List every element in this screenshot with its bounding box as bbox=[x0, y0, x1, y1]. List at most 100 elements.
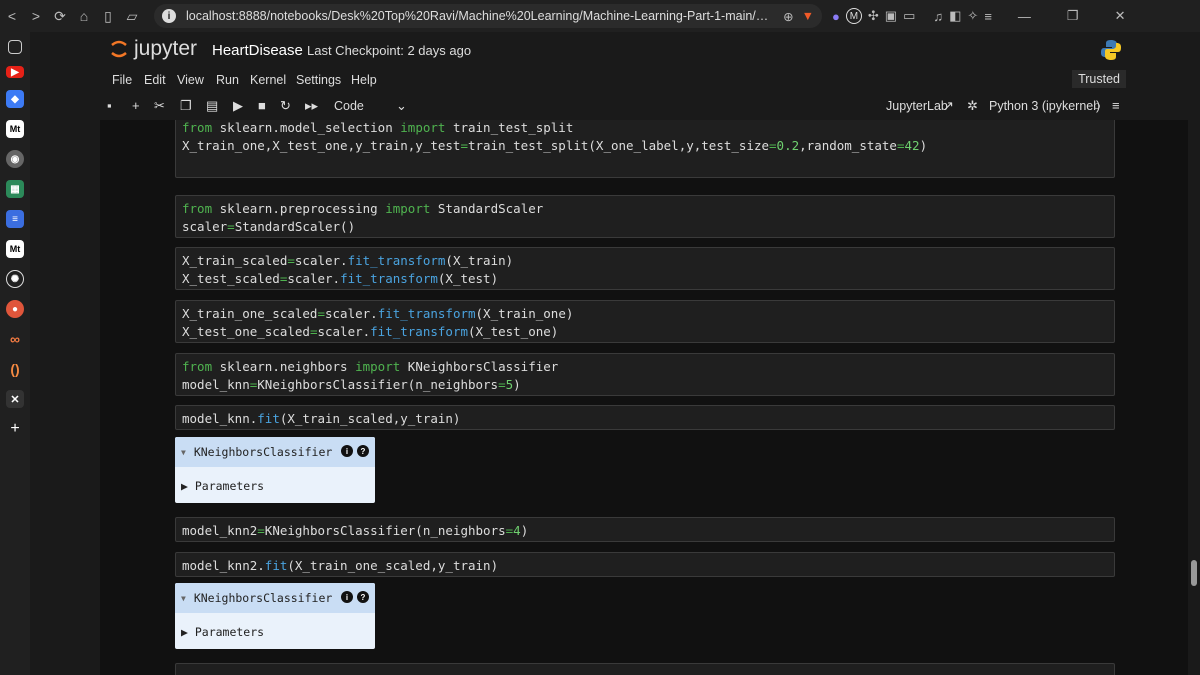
forward-button[interactable]: > bbox=[24, 4, 48, 28]
code-token: ) bbox=[919, 138, 928, 153]
menu-kernel[interactable]: Kernel bbox=[250, 73, 286, 87]
brave-shield-icon[interactable]: ▼ bbox=[802, 9, 814, 23]
back-button[interactable]: < bbox=[0, 4, 24, 28]
estimator-output-widget[interactable]: ▼ KNeighborsClassifier i ? ▶ Parameters bbox=[175, 583, 375, 649]
collapse-arrow-icon[interactable]: ▼ bbox=[181, 448, 186, 457]
cut-icon[interactable]: ✂ bbox=[154, 98, 165, 114]
jupyter-logo[interactable]: jupyter bbox=[110, 37, 197, 61]
location-icon[interactable]: ● bbox=[6, 300, 24, 318]
code-line: model_knn.fit(X_train_scaled,y_train) bbox=[182, 410, 1108, 428]
code-token: (X_train_scaled,y_train) bbox=[279, 411, 461, 426]
menu-settings[interactable]: Settings bbox=[296, 73, 341, 87]
tab-toggle-icon[interactable] bbox=[8, 40, 22, 54]
code-cell-editor[interactable]: from sklearn.model_selection import trai… bbox=[175, 120, 1115, 178]
kernel-status[interactable]: Python 3 (ipykernel) bbox=[989, 99, 1100, 113]
puzzle-icon[interactable]: ✣ bbox=[868, 8, 879, 24]
code-cell-editor[interactable]: model_knn2=KNeighborsClassifier(n_neighb… bbox=[175, 517, 1115, 542]
notebook-title[interactable]: HeartDisease bbox=[212, 42, 303, 59]
paste-icon[interactable]: ▤ bbox=[206, 98, 218, 114]
fast-forward-icon[interactable]: ▸▸ bbox=[305, 98, 318, 114]
code-cell-editor[interactable]: from sklearn.neighbors import KNeighbors… bbox=[175, 353, 1115, 396]
code-cell-editor[interactable]: model_knn2.fit(X_train_one_scaled,y_trai… bbox=[175, 552, 1115, 577]
menu-lines-icon[interactable]: ≡ bbox=[1112, 98, 1120, 113]
code-token: KNeighborsClassifier(n_neighbors bbox=[264, 523, 506, 538]
help-icon[interactable]: ? bbox=[357, 591, 369, 603]
menu-file[interactable]: File bbox=[112, 73, 132, 87]
code-cell-editor[interactable]: from sklearn.preprocessing import Standa… bbox=[175, 195, 1115, 238]
run-icon[interactable]: ▶ bbox=[233, 98, 243, 114]
menu-run[interactable]: Run bbox=[216, 73, 239, 87]
code-token: from bbox=[182, 359, 220, 374]
code-line: from sklearn.preprocessing import Standa… bbox=[182, 200, 1108, 218]
info-icon[interactable]: i bbox=[341, 591, 353, 603]
extension-drop-icon[interactable]: ● bbox=[832, 9, 840, 24]
reload-icon[interactable]: ⟳ bbox=[48, 4, 72, 28]
bookmark-icon[interactable]: ▱ bbox=[120, 4, 144, 28]
ai-icon[interactable]: ✧ bbox=[967, 8, 978, 24]
close-icon[interactable]: ✕ bbox=[6, 390, 24, 408]
media-icon[interactable]: ▭ bbox=[903, 8, 915, 24]
scrollbar[interactable] bbox=[1188, 120, 1200, 675]
estimator-output-widget[interactable]: ▼ KNeighborsClassifier i ? ▶ Parameters bbox=[175, 437, 375, 503]
split-view-icon[interactable]: ▯ bbox=[96, 4, 120, 28]
menu-view[interactable]: View bbox=[177, 73, 204, 87]
medium-icon-2[interactable]: Mt bbox=[6, 240, 24, 258]
restore-icon[interactable]: ❐ bbox=[1067, 8, 1079, 24]
doc-icon[interactable]: ≡ bbox=[6, 210, 24, 228]
copy-icon[interactable]: ❐ bbox=[180, 98, 192, 114]
code-line: from sklearn.neighbors import KNeighbors… bbox=[182, 358, 1108, 376]
code-token: scaler. bbox=[294, 253, 348, 268]
close-window-icon[interactable]: ✕ bbox=[1115, 8, 1126, 24]
code-cell-editor[interactable] bbox=[175, 663, 1115, 675]
shield-icon[interactable]: ◆ bbox=[6, 90, 24, 108]
code-cell-editor[interactable]: X_train_scaled=scaler.fit_transform(X_tr… bbox=[175, 247, 1115, 290]
youtube-icon[interactable]: ▶ bbox=[6, 66, 24, 78]
site-info-icon[interactable]: i bbox=[162, 9, 176, 23]
parameters-toggle[interactable]: ▶ Parameters bbox=[181, 479, 264, 493]
add-icon[interactable]: + bbox=[6, 420, 24, 438]
minimize-icon[interactable]: — bbox=[1018, 9, 1031, 24]
code-cell-editor[interactable]: model_knn.fit(X_train_scaled,y_train) bbox=[175, 405, 1115, 430]
zoom-icon[interactable]: ⊕ bbox=[783, 9, 793, 24]
code-token: fit_transform bbox=[377, 306, 476, 321]
code-token: X_test_scaled bbox=[182, 271, 280, 286]
code-token: = bbox=[498, 377, 506, 392]
trusted-badge[interactable]: Trusted bbox=[1072, 70, 1126, 88]
help-icon[interactable]: ? bbox=[357, 445, 369, 457]
stop-icon[interactable]: ■ bbox=[258, 98, 266, 113]
grid-icon[interactable]: ▦ bbox=[6, 180, 24, 198]
menu-icon[interactable]: ≡ bbox=[984, 9, 992, 24]
music-icon[interactable]: ♫ bbox=[933, 9, 943, 24]
chatgpt-icon[interactable]: ◉ bbox=[6, 150, 24, 168]
jupyter-logo-icon bbox=[111, 40, 127, 58]
address-bar[interactable]: i localhost:8888/notebooks/Desk%20Top%20… bbox=[154, 4, 822, 28]
home-icon[interactable]: ⌂ bbox=[72, 4, 96, 28]
code-token: train_test_split bbox=[452, 120, 574, 135]
extension-m-icon[interactable]: M bbox=[845, 8, 862, 24]
menu-help[interactable]: Help bbox=[351, 73, 377, 87]
info-icon[interactable]: i bbox=[341, 445, 353, 457]
menu-edit[interactable]: Edit bbox=[144, 73, 166, 87]
screenshot-icon[interactable]: ▣ bbox=[885, 8, 897, 24]
code-line: X_train_scaled=scaler.fit_transform(X_tr… bbox=[182, 252, 1108, 270]
sidebar-toggle-icon[interactable]: ◧ bbox=[949, 8, 961, 24]
openai-icon[interactable]: ✺ bbox=[6, 270, 24, 288]
code-cell-editor[interactable]: X_train_one_scaled=scaler.fit_transform(… bbox=[175, 300, 1115, 343]
scrollbar-thumb[interactable] bbox=[1191, 560, 1197, 586]
jupyterlab-link[interactable]: JupyterLab bbox=[886, 99, 948, 113]
debugger-icon[interactable]: ✲ bbox=[967, 98, 978, 114]
code-token: X_train_one,X_test_one,y_train,y_test bbox=[182, 138, 461, 153]
meta-icon[interactable]: ∞ bbox=[6, 330, 24, 348]
code-token: model_knn2 bbox=[182, 523, 258, 538]
collapse-arrow-icon[interactable]: ▼ bbox=[181, 594, 186, 603]
jupyter-header: jupyter HeartDisease Last Checkpoint: 2 … bbox=[30, 32, 1200, 68]
add-cell-icon[interactable]: + bbox=[132, 98, 140, 113]
code-token: X_train_one_scaled bbox=[182, 306, 318, 321]
medium-icon[interactable]: Mt bbox=[6, 120, 24, 138]
cell-type-select[interactable]: Code bbox=[334, 99, 364, 113]
restart-icon[interactable]: ↻ bbox=[280, 98, 291, 114]
parameters-toggle[interactable]: ▶ Parameters bbox=[181, 625, 264, 639]
save-icon[interactable]: ▪ bbox=[107, 98, 112, 113]
wave-icon[interactable]: () bbox=[6, 360, 24, 378]
chevron-down-icon[interactable]: ⌄ bbox=[396, 98, 407, 114]
